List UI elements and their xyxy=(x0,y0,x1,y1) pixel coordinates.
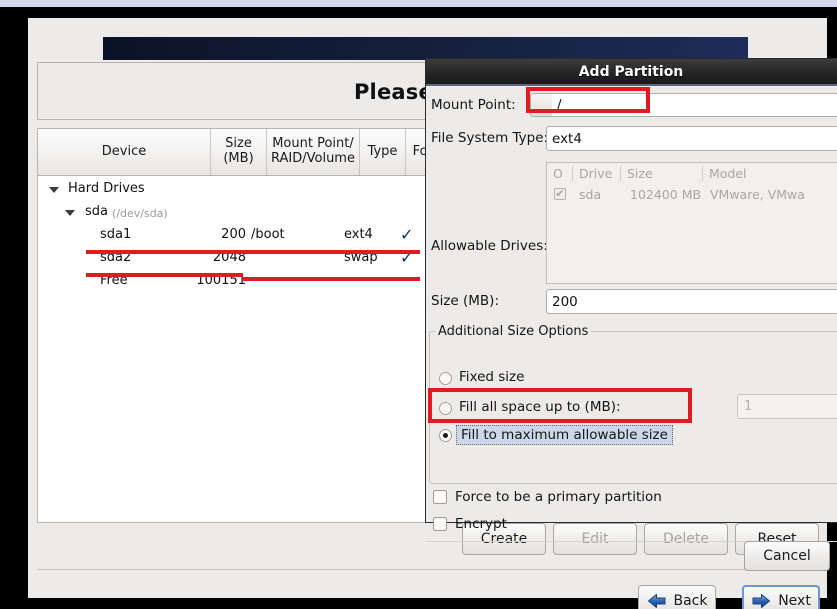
drive-col-size: Size xyxy=(621,165,703,181)
expander-triangle-icon[interactable] xyxy=(65,210,75,216)
cell-mount-point: /boot xyxy=(251,227,285,242)
column-header-mount-line1: Mount Point/ xyxy=(272,136,354,152)
column-header-type[interactable]: Type xyxy=(360,129,406,175)
drive-table-row[interactable]: ✔ sda 102400 MB VMware, VMwa xyxy=(547,185,837,205)
delete-button: Delete xyxy=(644,523,728,555)
radio-fill-maximum[interactable] xyxy=(439,429,452,442)
add-partition-dialog: Add Partition Mount Point: / File System… xyxy=(425,58,837,571)
dialog-title-bar: Add Partition xyxy=(426,59,837,84)
file-system-type-label: File System Type: xyxy=(431,130,549,146)
cell-device: sda xyxy=(85,204,108,219)
radio-fill-maximum-label[interactable]: Fill to maximum allowable size xyxy=(456,425,673,445)
annotation-box-fill-maximum xyxy=(428,388,692,423)
edit-button: Edit xyxy=(553,523,637,555)
drive-row-name: sda xyxy=(579,187,602,202)
column-header-mount-line2: RAID/Volume xyxy=(271,151,355,166)
next-button[interactable]: Next xyxy=(742,585,820,609)
expander-triangle-icon[interactable] xyxy=(49,187,59,193)
screen: Please Sele Device Size (MB) Mount Point… xyxy=(0,0,837,609)
drive-table-header: O Drive Size Model xyxy=(547,163,837,183)
dialog-title-text: Add Partition xyxy=(578,63,684,80)
file-system-type-select[interactable]: ext4 xyxy=(546,126,837,151)
checkbox-encrypt[interactable] xyxy=(433,517,447,531)
footer-divider xyxy=(37,569,807,570)
cancel-button[interactable]: Cancel xyxy=(744,541,830,571)
drive-row-size: 102400 MB xyxy=(630,187,702,202)
column-header-size-line2: (MB) xyxy=(223,151,254,166)
fill-up-to-value-input: 1 xyxy=(737,394,837,419)
back-button[interactable]: Back xyxy=(638,585,716,609)
column-header-mount-point[interactable]: Mount Point/ RAID/Volume xyxy=(267,129,360,175)
cell-size: 200 xyxy=(221,227,246,242)
installer-banner xyxy=(103,37,748,60)
annotation-box-mount-point xyxy=(526,87,650,113)
column-header-size[interactable]: Size (MB) xyxy=(211,129,267,175)
checkbox-force-primary[interactable] xyxy=(433,490,447,504)
arrow-right-icon xyxy=(752,594,771,608)
radio-fixed-size[interactable] xyxy=(439,372,452,385)
additional-size-options-title: Additional Size Options xyxy=(435,324,592,339)
drive-row-checkbox[interactable]: ✔ xyxy=(554,188,566,200)
allowable-drives-table[interactable]: O Drive Size Model ✔ sda 102400 MB VMwar… xyxy=(546,162,837,284)
annotation-underline-sda2-right xyxy=(243,277,420,281)
drive-col-check: O xyxy=(547,165,573,181)
annotation-underline-sda1 xyxy=(86,250,420,254)
column-header-size-line1: Size xyxy=(225,136,252,152)
cell-format-check-icon: ✓ xyxy=(400,225,414,244)
back-button-label: Back xyxy=(673,593,708,609)
mount-point-label: Mount Point: xyxy=(431,97,516,113)
drive-row-model: VMware, VMwa xyxy=(710,187,805,202)
drive-col-drive: Drive xyxy=(573,165,621,181)
checkbox-force-primary-label[interactable]: Force to be a primary partition xyxy=(455,489,662,505)
size-input[interactable]: 200 xyxy=(546,289,837,314)
cell-device-path: (/dev/sda) xyxy=(112,207,168,220)
cell-type: ext4 xyxy=(344,227,373,242)
partition-action-buttons: Create Edit Delete Reset xyxy=(28,523,827,561)
checkbox-encrypt-label[interactable]: Encrypt xyxy=(455,516,507,532)
cell-device: sda1 xyxy=(100,227,132,242)
column-header-device[interactable]: Device xyxy=(38,129,211,175)
arrow-left-icon xyxy=(647,594,665,608)
size-label: Size (MB): xyxy=(431,293,499,309)
next-button-label: Next xyxy=(778,593,811,609)
allowable-drives-label: Allowable Drives: xyxy=(431,238,548,254)
cell-device: Hard Drives xyxy=(68,181,145,196)
drive-col-model: Model xyxy=(709,165,747,181)
dialog-body: Mount Point: / File System Type: ext4 Al… xyxy=(426,86,837,571)
annotation-underline-sda2-left xyxy=(86,273,243,277)
desktop-strip xyxy=(0,0,837,7)
radio-fixed-size-label[interactable]: Fixed size xyxy=(459,369,524,385)
